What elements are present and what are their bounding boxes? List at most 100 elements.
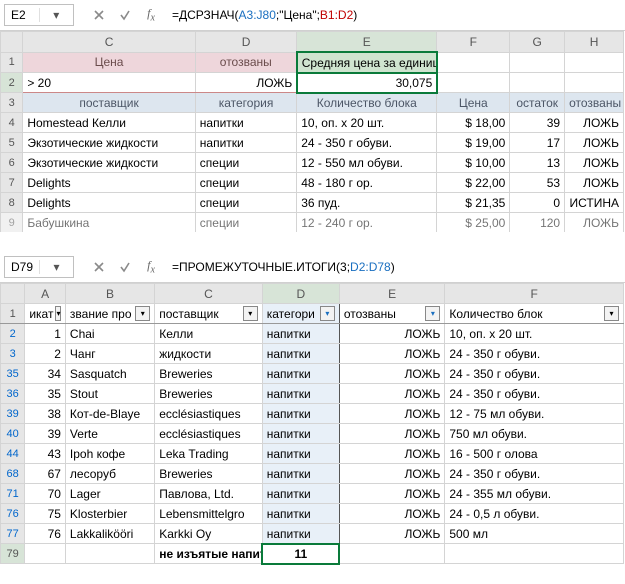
cancel-icon[interactable] [88,257,110,277]
row-hdr[interactable]: 9 [1,213,23,233]
cell[interactable]: ЛОЖЬ [339,324,445,344]
row-hdr[interactable]: 4 [1,113,23,133]
cell[interactable]: 24 - 355 мл обуви. [445,484,624,504]
cell[interactable] [25,544,66,564]
cell[interactable]: 1 [25,324,66,344]
cell[interactable]: $ 19,00 [437,133,510,153]
cell[interactable]: 12 - 75 мл обуви. [445,404,624,424]
cell[interactable]: Чанг [65,344,154,364]
cell[interactable]: Lebensmittelgro [155,504,263,524]
cell[interactable]: напитки [262,484,339,504]
col-D[interactable]: D [195,32,296,53]
cell[interactable]: 24 - 350 г обуви. [445,384,624,404]
col-B[interactable]: B [65,284,154,304]
cell[interactable]: $ 25,00 [437,213,510,233]
cell[interactable]: напитки [262,384,339,404]
row-hdr[interactable]: 7 [1,173,23,193]
formula-input[interactable]: =ПРОМЕЖУТОЧНЫЕ.ИТОГИ(3;D2:D78) =ПРОМЕЖУТ… [166,260,621,274]
cell[interactable]: 0 [510,193,565,213]
cell[interactable]: 16 - 500 г олова [445,444,624,464]
cell[interactable]: 48 - 180 г ор. [297,173,437,193]
grid-top[interactable]: C D E F G H 1 Цена отозваны Средняя цена… [0,31,624,232]
cell[interactable]: напитки [262,404,339,424]
cell[interactable]: Келли [155,324,263,344]
cell[interactable]: ЛОЖЬ [565,173,624,193]
cell[interactable]: $ 22,00 [437,173,510,193]
cell[interactable]: 120 [510,213,565,233]
filter-header[interactable]: категори▾ [262,304,339,324]
cell[interactable]: 10, оп. x 20 шт. [445,324,624,344]
row-79[interactable]: 79 [1,544,25,564]
col-F[interactable]: F [445,284,624,304]
cell[interactable]: ЛОЖЬ [339,364,445,384]
select-all[interactable] [1,284,25,304]
sum-label[interactable]: не изъятые напитки: [155,544,263,564]
filter-icon[interactable]: ▾ [604,306,619,321]
row-hdr[interactable]: 40 [1,424,25,444]
row-2[interactable]: 2 [1,73,23,93]
cell[interactable] [437,52,510,73]
filter-header[interactable]: поставщик▾ [155,304,263,324]
col-C[interactable]: C [23,32,195,53]
cell[interactable]: Verte [65,424,154,444]
filter-header[interactable]: икат▾ [25,304,66,324]
cell[interactable]: Karkki Oy [155,524,263,544]
cell[interactable]: ЛОЖЬ [565,153,624,173]
cell[interactable]: Цена [23,52,195,73]
col-F[interactable]: F [437,32,510,53]
cell[interactable]: ЛОЖЬ [339,444,445,464]
cell[interactable]: 24 - 350 г обуви. [445,344,624,364]
cell[interactable]: ЛОЖЬ [565,213,624,233]
cell[interactable]: отозваны [565,93,624,113]
cell[interactable]: 500 мл [445,524,624,544]
cell[interactable]: Breweries [155,364,263,384]
cell[interactable]: Средняя цена за единицу [297,52,437,73]
cell[interactable]: 70 [25,484,66,504]
cell[interactable] [445,544,624,564]
col-E[interactable]: E [297,32,437,53]
row-hdr[interactable]: 76 [1,504,25,524]
cell[interactable]: 34 [25,364,66,384]
row-1[interactable]: 1 [1,52,23,73]
cell[interactable]: Breweries [155,384,263,404]
row-hdr[interactable]: 35 [1,364,25,384]
cell[interactable]: 24 - 350 г обуви. [445,464,624,484]
cell[interactable]: Leka Trading [155,444,263,464]
row-hdr[interactable]: 68 [1,464,25,484]
cell[interactable]: напитки [195,133,296,153]
cell[interactable] [565,52,624,73]
cell[interactable] [437,73,510,93]
cell[interactable]: 24 - 350 г обуви. [297,133,437,153]
cell[interactable]: ecclésiastiques [155,424,263,444]
filter-header[interactable]: звание про▾ [65,304,154,324]
col-H[interactable]: H [565,32,624,53]
cell[interactable]: 75 [25,504,66,524]
cell[interactable]: Lager [65,484,154,504]
row-hdr[interactable]: 44 [1,444,25,464]
name-box-dropdown-icon[interactable]: ▾ [39,8,74,22]
cell[interactable]: Цена [437,93,510,113]
cell[interactable] [510,52,565,73]
cell[interactable]: ИСТИНА [565,193,624,213]
cell[interactable]: 24 - 350 г обуви. [445,364,624,384]
cancel-icon[interactable] [88,5,110,25]
cell[interactable]: специи [195,153,296,173]
row-3[interactable]: 3 [1,93,23,113]
cell[interactable]: 39 [510,113,565,133]
filter-active-icon[interactable]: ▾ [320,306,335,321]
row-1[interactable]: 1 [1,304,25,324]
cell[interactable]: остаток [510,93,565,113]
cell[interactable]: напитки [262,364,339,384]
cell[interactable]: 750 мл обуви. [445,424,624,444]
filter-header[interactable]: Количество блок▾ [445,304,624,324]
cell[interactable]: > 20 [23,73,195,93]
accept-icon[interactable] [114,5,136,25]
cell[interactable]: 39 [25,424,66,444]
cell[interactable]: ЛОЖЬ [339,484,445,504]
col-D[interactable]: D [262,284,339,304]
cell[interactable] [339,544,445,564]
cell[interactable]: 43 [25,444,66,464]
cell[interactable]: жидкости [155,344,263,364]
cell[interactable]: специи [195,193,296,213]
cell[interactable]: напитки [262,424,339,444]
